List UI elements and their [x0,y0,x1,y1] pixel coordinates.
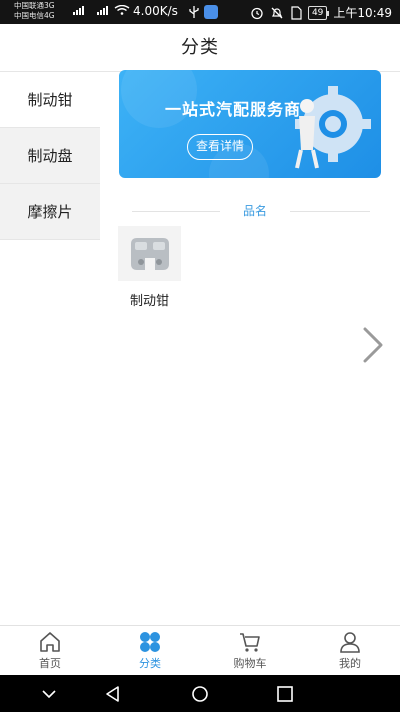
home-icon [40,631,60,652]
back-icon[interactable] [104,685,122,703]
tab-cart-label: 购物车 [233,656,267,670]
network-speed: 4.00K/s [133,4,178,18]
alarm-icon [251,7,263,19]
divider-right [290,211,370,212]
sim-icon [291,5,302,20]
tab-cart[interactable]: 购物车 [200,626,300,675]
carrier-2: 中国电信4G [14,11,55,20]
collapse-icon[interactable] [40,685,58,703]
app-header: 分类 [0,24,400,72]
screen: 中国联通3G 中国电信4G 4.00K/s 49 上午10:49 分类 制动钳 … [0,0,400,712]
brake-caliper-image [130,237,169,270]
home-button-icon[interactable] [191,685,209,703]
sidebar-item-brake-disc[interactable]: 制动盘 [0,128,100,184]
clock: 上午10:49 [333,6,392,20]
view-details-button[interactable]: 查看详情 [187,134,253,160]
product-name: 制动钳 [129,294,169,309]
user-icon [340,631,360,653]
usb-icon [189,6,199,18]
system-navigation-bar [0,675,400,712]
signal-icon [73,6,84,15]
carrier-info: 中国联通3G 中国电信4G [14,1,55,21]
chevron-right-icon[interactable] [362,326,384,364]
category-icon [140,631,160,652]
battery-indicator: 49 [307,5,330,20]
signal-icon-2 [97,6,108,15]
promo-banner[interactable]: 一站式汽配服务商 查看详情 [119,70,381,178]
status-bar: 中国联通3G 中国电信4G 4.00K/s 49 上午10:49 [0,0,400,24]
app-notification-icon [204,5,218,19]
tab-home-label: 首页 [39,656,61,670]
bottom-tab-bar: 首页 分类 购物车 我的 [0,625,400,675]
page-title: 分类 [181,37,219,58]
mute-icon [271,7,283,18]
tab-category[interactable]: 分类 [100,626,200,675]
carrier-1: 中国联通3G [14,1,55,10]
product-card[interactable]: 制动钳 [118,226,181,309]
banner-title: 一站式汽配服务商 [165,100,302,119]
sidebar-item-brake-caliper[interactable]: 制动钳 [0,72,100,128]
tab-profile[interactable]: 我的 [300,626,400,675]
wifi-icon [114,5,130,15]
tab-profile-label: 我的 [339,656,361,670]
category-sidebar: 制动钳 制动盘 摩擦片 [0,72,100,240]
tab-home[interactable]: 首页 [0,626,100,675]
product-image[interactable] [118,226,181,281]
tab-category-label: 分类 [139,656,161,670]
sidebar-item-brake-pad[interactable]: 摩擦片 [0,184,100,240]
recents-icon[interactable] [276,685,294,703]
banner-background-graphic [121,70,371,178]
status-right: 49 上午10:49 [250,4,392,21]
cart-icon [240,632,260,652]
